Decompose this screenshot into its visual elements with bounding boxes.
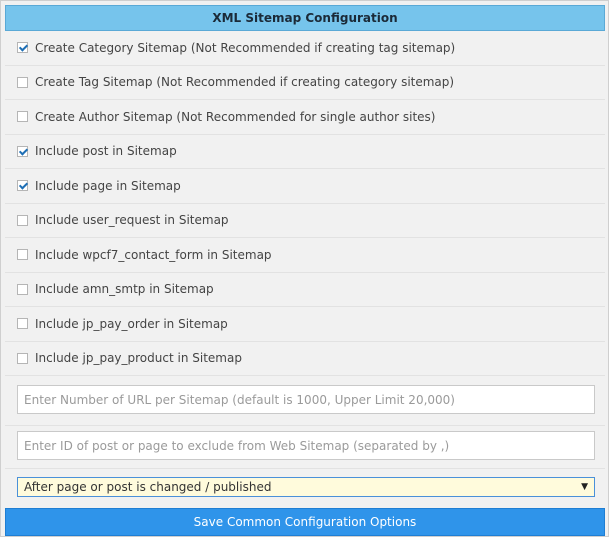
option-row-category-sitemap[interactable]: Create Category Sitemap (Not Recommended… <box>5 31 605 66</box>
chevron-down-icon: ▼ <box>581 482 588 492</box>
save-button-label: Save Common Configuration Options <box>193 515 417 529</box>
checkbox[interactable] <box>17 180 28 192</box>
checkbox[interactable] <box>17 352 28 364</box>
url-limit-row <box>5 376 605 426</box>
checkbox[interactable] <box>17 42 28 54</box>
option-row-include-page[interactable]: Include page in Sitemap <box>5 169 605 204</box>
update-frequency-row: After page or post is changed / publishe… <box>5 469 605 507</box>
select-value: After page or post is changed / publishe… <box>24 480 272 494</box>
checkbox[interactable] <box>17 283 28 295</box>
option-row-include-post[interactable]: Include post in Sitemap <box>5 134 605 169</box>
options-list: Create Category Sitemap (Not Recommended… <box>5 31 605 376</box>
checkbox[interactable] <box>17 214 28 226</box>
panel-title: XML Sitemap Configuration <box>5 5 605 31</box>
option-row-tag-sitemap[interactable]: Create Tag Sitemap (Not Recommended if c… <box>5 65 605 100</box>
option-label: Include page in Sitemap <box>35 178 181 193</box>
checkbox[interactable] <box>17 249 28 261</box>
option-label: Create Tag Sitemap (Not Recommended if c… <box>35 75 455 90</box>
checkbox[interactable] <box>17 111 28 123</box>
option-label: Include post in Sitemap <box>35 144 177 159</box>
option-row-include-user-request[interactable]: Include user_request in Sitemap <box>5 203 605 238</box>
option-label: Create Author Sitemap (Not Recommended f… <box>35 109 436 124</box>
option-row-include-amn-smtp[interactable]: Include amn_smtp in Sitemap <box>5 272 605 307</box>
option-row-include-jp-pay-product[interactable]: Include jp_pay_product in Sitemap <box>5 341 605 376</box>
update-frequency-select[interactable]: After page or post is changed / publishe… <box>17 477 595 497</box>
option-label: Include user_request in Sitemap <box>35 213 229 228</box>
option-row-include-wpcf7[interactable]: Include wpcf7_contact_form in Sitemap <box>5 238 605 273</box>
panel-title-text: XML Sitemap Configuration <box>212 11 398 25</box>
option-label: Create Category Sitemap (Not Recommended… <box>35 40 456 55</box>
option-label: Include amn_smtp in Sitemap <box>35 282 214 297</box>
option-label: Include jp_pay_product in Sitemap <box>35 351 242 366</box>
sitemap-config-panel: XML Sitemap Configuration Create Categor… <box>0 0 609 537</box>
option-label: Include jp_pay_order in Sitemap <box>35 316 228 331</box>
exclude-ids-input[interactable] <box>17 431 595 460</box>
checkbox[interactable] <box>17 76 28 88</box>
checkbox[interactable] <box>17 318 28 330</box>
checkbox[interactable] <box>17 145 28 157</box>
exclude-ids-row <box>5 426 605 469</box>
option-label: Include wpcf7_contact_form in Sitemap <box>35 247 272 262</box>
option-row-author-sitemap[interactable]: Create Author Sitemap (Not Recommended f… <box>5 100 605 135</box>
option-row-include-jp-pay-order[interactable]: Include jp_pay_order in Sitemap <box>5 307 605 342</box>
url-limit-input[interactable] <box>17 385 595 414</box>
save-button[interactable]: Save Common Configuration Options <box>5 508 605 536</box>
